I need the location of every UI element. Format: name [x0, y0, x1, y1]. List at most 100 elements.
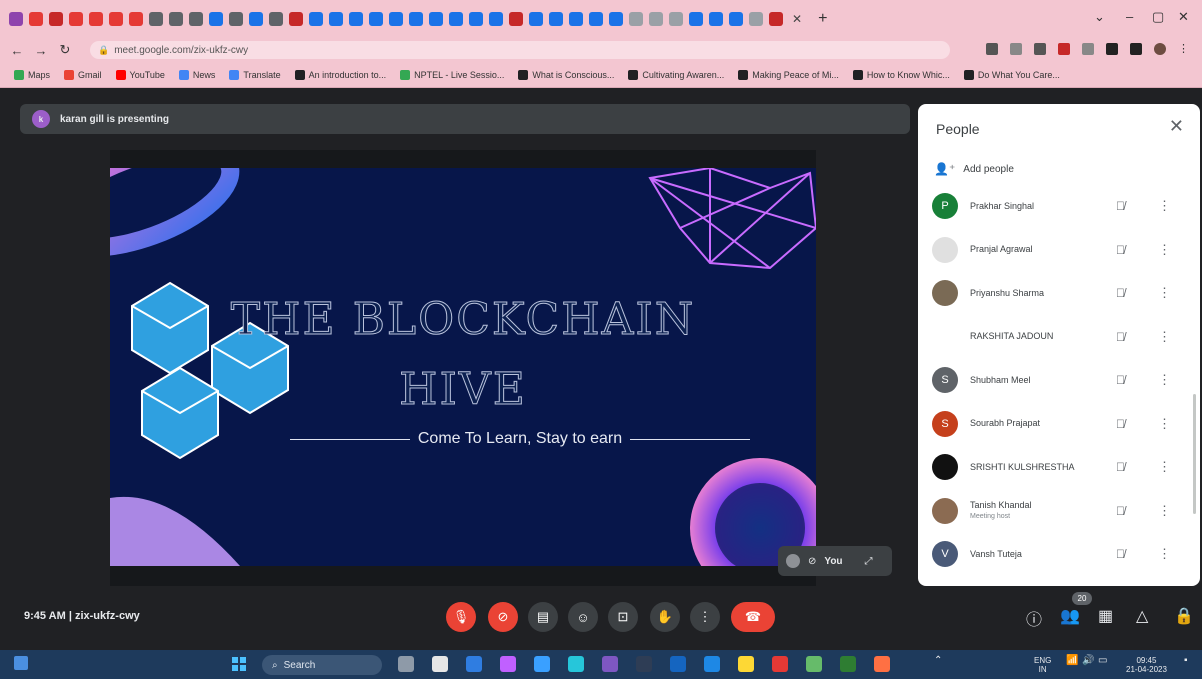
participant-row[interactable]: V Vansh Tuteja 🎙̸ ⋮ [932, 536, 1182, 572]
taskbar-app-icon[interactable] [874, 656, 890, 672]
participant-row[interactable]: Tanish Khandal Meeting host 🎙̸ ⋮ [932, 493, 1182, 529]
tab-favicon-icon[interactable] [589, 12, 603, 26]
people-icon[interactable]: 👥 [1060, 606, 1080, 626]
tab-favicon-icon[interactable] [189, 12, 203, 26]
tab-favicon-icon[interactable] [329, 12, 343, 26]
battery-icon[interactable]: ▭ [1098, 656, 1107, 666]
forward-icon[interactable]: → [34, 43, 48, 58]
tab-favicon-icon[interactable] [229, 12, 243, 26]
participant-row[interactable]: S Shubham Meel 🎙̸ ⋮ [932, 362, 1182, 398]
bookmark-item[interactable]: Cultivating Awaren... [628, 69, 724, 80]
tab-favicon-icon[interactable] [529, 12, 543, 26]
minimize-icon[interactable]: – [1126, 9, 1133, 24]
tab-favicon-icon[interactable] [129, 12, 143, 26]
tab-favicon-icon[interactable] [269, 12, 283, 26]
participant-row[interactable]: Pranjal Agrawal 🎙̸ ⋮ [932, 232, 1182, 268]
panel-scrollbar[interactable] [1193, 394, 1196, 514]
emoji-button[interactable]: ☺ [568, 602, 598, 632]
profile-avatar[interactable] [1154, 43, 1166, 55]
chat-icon[interactable]: ▦ [1098, 606, 1113, 626]
maximize-icon[interactable]: ▢ [1152, 9, 1164, 25]
bookmark-item[interactable]: NPTEL - Live Sessio... [400, 69, 504, 80]
close-panel-icon[interactable]: ✕ [1169, 116, 1184, 137]
bookmark-item[interactable]: News [178, 69, 215, 80]
taskbar-search[interactable]: ⌕ Search [262, 655, 382, 675]
participant-more-icon[interactable]: ⋮ [1158, 503, 1171, 519]
participant-more-icon[interactable]: ⋮ [1158, 416, 1171, 432]
camera-toggle-button[interactable]: ⊘ [488, 602, 518, 632]
participant-more-icon[interactable]: ⋮ [1158, 285, 1171, 301]
tab-favicon-icon[interactable] [609, 12, 623, 26]
bookmark-item[interactable]: What is Conscious... [518, 69, 614, 80]
tab-favicon-icon[interactable] [89, 12, 103, 26]
bookmark-item[interactable]: Do What You Care... [963, 69, 1060, 80]
tab-favicon-icon[interactable] [469, 12, 483, 26]
tab-favicon-icon[interactable] [769, 12, 783, 26]
tab-favicon-icon[interactable] [389, 12, 403, 26]
participant-more-icon[interactable]: ⋮ [1158, 459, 1171, 475]
taskbar-app-icon[interactable] [534, 656, 550, 672]
leave-call-button[interactable]: ☎ [731, 602, 775, 632]
extension-icon[interactable] [986, 43, 998, 55]
bookmark-item[interactable]: Maps [14, 69, 50, 80]
bookmark-item[interactable]: Gmail [64, 69, 102, 80]
present-button[interactable]: ⊡ [608, 602, 638, 632]
tab-favicon-icon[interactable] [669, 12, 683, 26]
new-tab-button[interactable]: + [818, 10, 827, 28]
notification-icon[interactable]: ▪ [1184, 656, 1188, 666]
window-close-icon[interactable]: ✕ [1178, 9, 1189, 25]
tab-favicon-icon[interactable] [629, 12, 643, 26]
tab-favicon-icon[interactable] [449, 12, 463, 26]
tab-favicon-icon[interactable] [29, 12, 43, 26]
extension-icon[interactable] [1034, 43, 1046, 55]
tab-favicon-icon[interactable] [69, 12, 83, 26]
taskbar-app-icon[interactable] [704, 656, 720, 672]
taskbar-app-icon[interactable] [738, 656, 754, 672]
taskbar-clock[interactable]: 09:45 21-04-2023 [1126, 656, 1167, 674]
tab-favicon-icon[interactable] [9, 12, 23, 26]
participant-row[interactable]: S Sourabh Prajapat 🎙̸ ⋮ [932, 406, 1182, 442]
taskbar-app-icon[interactable] [466, 656, 482, 672]
mic-toggle-button[interactable]: 🎙 [446, 602, 476, 632]
tab-favicon-icon[interactable] [289, 12, 303, 26]
bookmark-item[interactable]: Making Peace of Mi... [738, 69, 839, 80]
reload-icon[interactable]: ↻ [58, 42, 72, 58]
participant-more-icon[interactable]: ⋮ [1158, 329, 1171, 345]
participant-more-icon[interactable]: ⋮ [1158, 242, 1171, 258]
bookmark-item[interactable]: How to Know Whic... [852, 69, 950, 80]
tab-favicon-icon[interactable] [509, 12, 523, 26]
tab-favicon-icon[interactable] [209, 12, 223, 26]
tab-favicon-icon[interactable] [149, 12, 163, 26]
meeting-details-icon[interactable]: ⓘ [1026, 606, 1042, 630]
bookmark-item[interactable]: Translate [229, 69, 281, 80]
taskbar-app-icon[interactable] [500, 656, 516, 672]
participant-more-icon[interactable]: ⋮ [1158, 546, 1171, 562]
windows-start-icon[interactable] [232, 657, 246, 671]
url-input[interactable]: 🔒 meet.google.com/zix-ukfz-cwy [90, 41, 950, 59]
taskbar-app-icon[interactable] [670, 656, 686, 672]
close-tab-icon[interactable]: ✕ [792, 12, 802, 26]
expand-icon[interactable]: ⤢ [865, 556, 873, 567]
taskbar-app-icon[interactable] [568, 656, 584, 672]
participant-row[interactable]: RAKSHITA JADOUN 🎙̸ ⋮ [932, 319, 1182, 355]
extension-icon[interactable] [1010, 43, 1022, 55]
bookmark-item[interactable]: YouTube [115, 69, 165, 80]
language-indicator[interactable]: ENG IN [1034, 656, 1051, 674]
tab-favicon-icon[interactable] [109, 12, 123, 26]
tab-favicon-icon[interactable] [249, 12, 263, 26]
tab-favicon-icon[interactable] [169, 12, 183, 26]
tab-favicon-icon[interactable] [409, 12, 423, 26]
taskbar-app-icon[interactable] [398, 656, 414, 672]
widgets-icon[interactable] [14, 656, 28, 670]
tab-favicon-icon[interactable] [649, 12, 663, 26]
taskbar-app-icon[interactable] [636, 656, 652, 672]
participant-row[interactable]: P Prakhar Singhal 🎙̸ ⋮ [932, 188, 1182, 224]
more-options-button[interactable]: ⋮ [690, 602, 720, 632]
tab-favicon-icon[interactable] [369, 12, 383, 26]
tab-favicon-icon[interactable] [429, 12, 443, 26]
captions-button[interactable]: ▤ [528, 602, 558, 632]
window-dropdown-icon[interactable]: ⌄ [1094, 9, 1105, 25]
tab-favicon-icon[interactable] [569, 12, 583, 26]
extension-icon[interactable] [1058, 43, 1070, 55]
tab-favicon-icon[interactable] [709, 12, 723, 26]
